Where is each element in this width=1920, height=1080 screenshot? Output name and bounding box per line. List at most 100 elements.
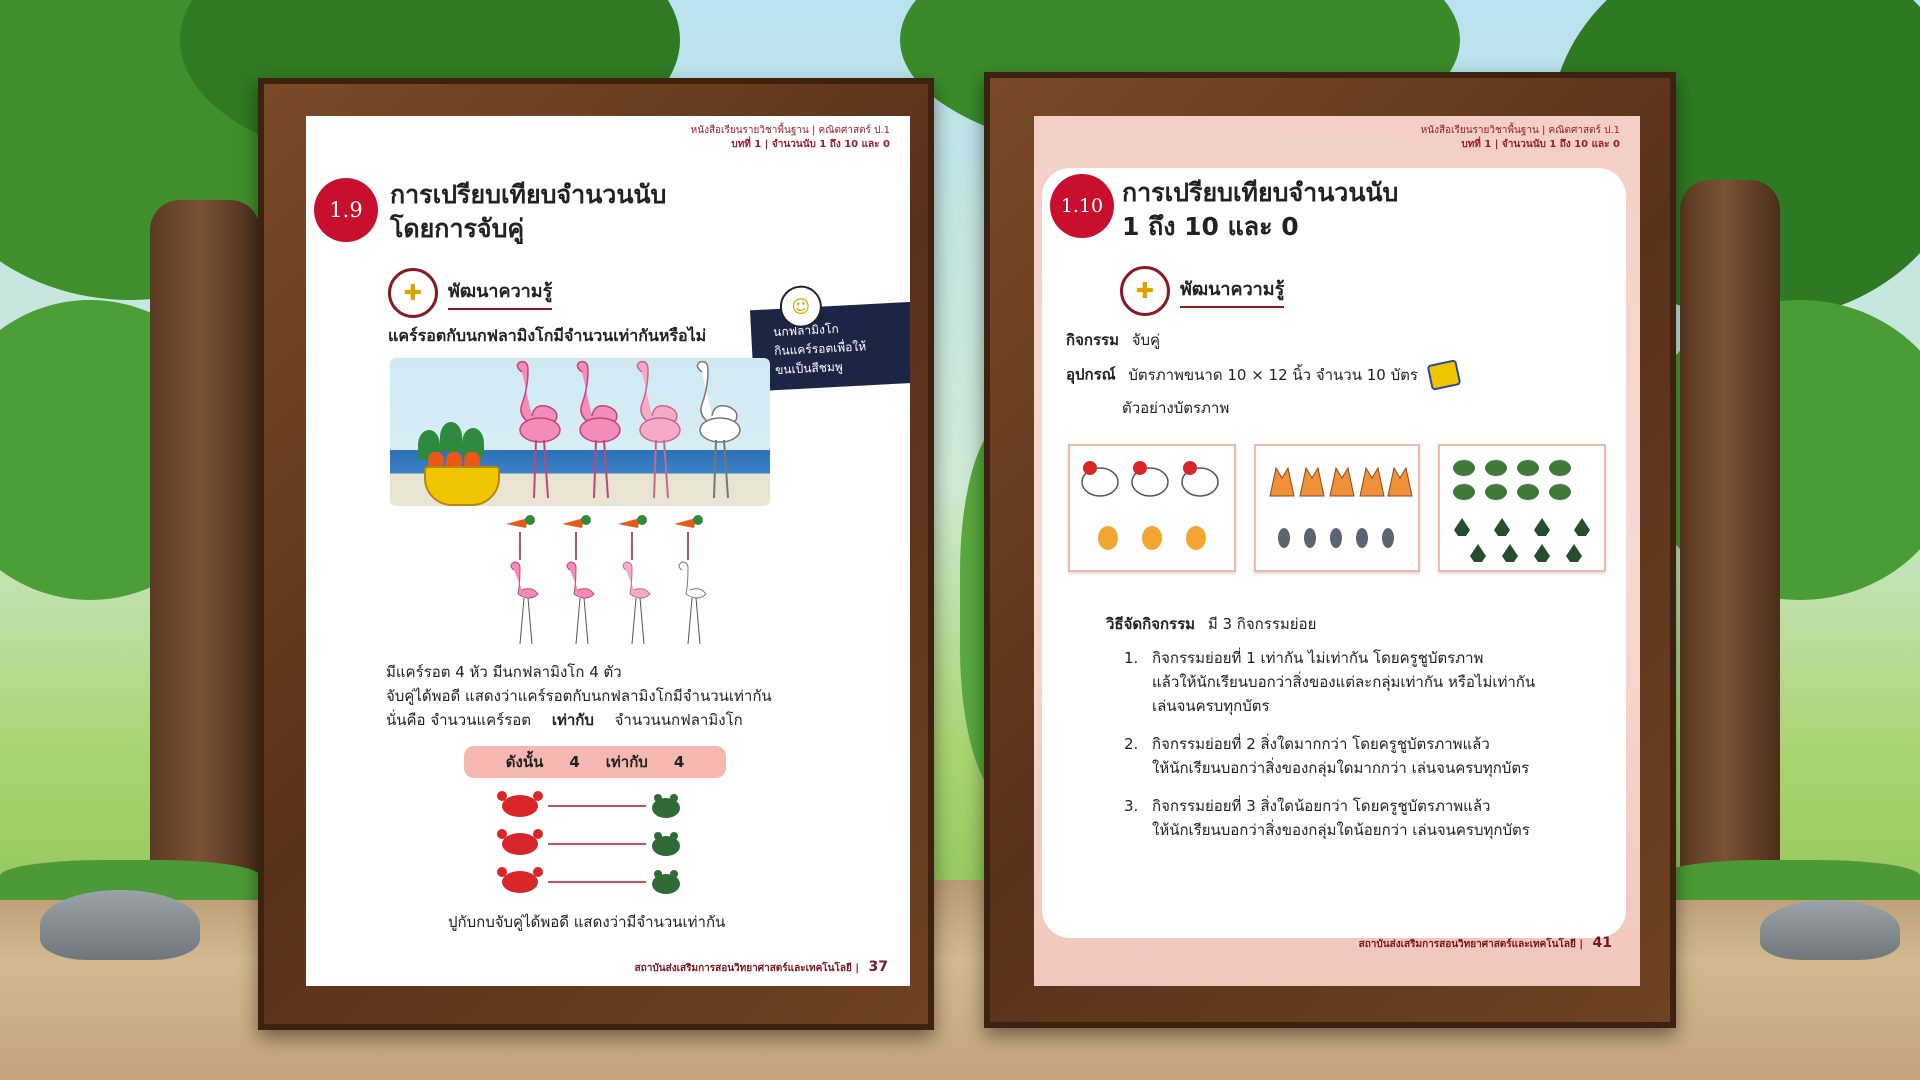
step-line: ให้นักเรียนบอกว่าสิ่งของกลุ่มใดมากกว่า เ… <box>1152 759 1530 777</box>
conclusion-equals: เท่ากับ <box>605 753 648 771</box>
body-text-line3-b: เท่ากับ <box>551 711 594 729</box>
section-label: พัฒนาความรู้ <box>448 276 553 310</box>
equipment-value: บัตรภาพขนาด 10 × 12 นิ้ว จำนวน 10 บัตร <box>1128 365 1418 384</box>
flamingo <box>636 360 681 499</box>
flamingo-carrot-illustration <box>390 358 770 506</box>
activity-steps: 1. กิจกรรมย่อยที่ 1 เท่ากัน ไม่เท่ากัน โ… <box>1124 646 1604 866</box>
matched-pair <box>618 515 651 645</box>
tree-trunk <box>1680 180 1780 900</box>
body-text-line1: มีแคร์รอต 4 หัว มีนกฟลามิงโก 4 ตัว <box>386 663 622 681</box>
fish <box>1382 528 1394 548</box>
egg <box>1186 526 1206 550</box>
frog <box>1534 544 1550 562</box>
fish <box>1356 528 1368 548</box>
egg <box>1098 526 1118 550</box>
lesson-title: การเปรียบเทียบจำนวนนับ โดยการจับคู่ <box>390 178 666 246</box>
method-row: วิธีจัดกิจกรรม มี 3 กิจกรรมย่อย <box>1106 612 1316 636</box>
crab-frog-pair <box>497 791 680 818</box>
method-label: วิธีจัดกิจกรรม <box>1106 615 1196 633</box>
fish <box>1278 528 1290 548</box>
body-text-line3-a: นั่นคือ จำนวนแคร์รอต <box>386 711 532 729</box>
activity-row: กิจกรรม จับคู่ <box>1066 328 1160 352</box>
carrot-flamingo-matching-diagram <box>506 515 707 645</box>
tree-trunk <box>150 200 260 900</box>
flamingo <box>696 360 741 499</box>
step-line: กิจกรรมย่อยที่ 3 สิ่งใดน้อยกว่า โดยครูชู… <box>1152 797 1491 815</box>
step-item: 1. กิจกรรมย่อยที่ 1 เท่ากัน ไม่เท่ากัน โ… <box>1124 646 1604 720</box>
flamingo <box>576 360 621 499</box>
footer-institute: สถาบันส่งเสริมการสอนวิทยาศาสตร์และเทคโนโ… <box>1358 939 1576 950</box>
method-value: มี 3 กิจกรรมย่อย <box>1207 615 1317 633</box>
cat <box>1387 466 1413 497</box>
page-footer: สถาบันส่งเสริมการสอนวิทยาศาสตร์และเทคโนโ… <box>1359 935 1612 952</box>
equipment-label: อุปกรณ์ <box>1066 365 1116 384</box>
flamingo <box>516 360 561 499</box>
chicken <box>1131 461 1169 497</box>
lesson-title-line2: โดยการจับคู่ <box>390 214 525 243</box>
basket <box>424 466 500 506</box>
header-book-title: หนังสือเรียนรายวิชาพื้นฐาน | คณิตศาสตร์ … <box>1420 125 1620 136</box>
step-line: ให้นักเรียนบอกว่าสิ่งของกลุ่มใดน้อยกว่า … <box>1152 821 1530 839</box>
page-header: หนังสือเรียนรายวิชาพื้นฐาน | คณิตศาสตร์ … <box>691 124 890 152</box>
chicken <box>1181 461 1219 497</box>
cat <box>1329 466 1355 497</box>
turtle <box>1485 484 1507 500</box>
flamingo-note: ☺ นกฟลามิงโก กินแคร์รอตเพื่อให้ ขนเป็นสี… <box>749 284 910 392</box>
body-text-line2: จับคู่ได้พอดี แสดงว่าแคร์รอตกับนกฟลามิงโ… <box>386 687 772 705</box>
sample-card-turtles-frogs <box>1438 444 1606 572</box>
lesson-title-line2: 1 ถึง 10 และ 0 <box>1122 212 1299 241</box>
header-chapter: บทที่ 1 | จำนวนนับ 1 ถึง 10 และ 0 <box>1461 139 1620 150</box>
matched-pair <box>506 515 539 645</box>
carrot-leaves <box>440 422 462 452</box>
cats-fish-picture <box>1269 466 1413 548</box>
step-line: กิจกรรมย่อยที่ 1 เท่ากัน ไม่เท่ากัน โดยค… <box>1152 649 1484 667</box>
brain-head-icon: ✚ <box>388 268 438 318</box>
egg <box>1142 526 1162 550</box>
footer-institute: สถาบันส่งเสริมการสอนวิทยาศาสตร์และเทคโนโ… <box>634 963 852 974</box>
crab-frog-pair <box>497 829 680 856</box>
cat <box>1359 466 1385 497</box>
fish <box>1304 528 1316 548</box>
brain-head-icon: ✚ <box>1120 266 1170 316</box>
left-page: หนังสือเรียนรายวิชาพื้นฐาน | คณิตศาสตร์ … <box>306 116 910 986</box>
page-number: 41 <box>1592 935 1612 951</box>
section-label: พัฒนาความรู้ <box>1180 274 1285 308</box>
step-line: แล้วให้นักเรียนบอกว่าสิ่งของแต่ละกลุ่มเท… <box>1152 673 1536 691</box>
lesson-title: การเปรียบเทียบจำนวนนับ 1 ถึง 10 และ 0 <box>1122 176 1398 244</box>
grass <box>1660 860 1920 900</box>
equipment-row: อุปกรณ์ บัตรภาพขนาด 10 × 12 นิ้ว จำนวน 1… <box>1066 359 1462 391</box>
lesson-number-badge: 1.10 <box>1050 174 1114 238</box>
turtle <box>1549 460 1571 476</box>
step-number: 1. <box>1124 649 1139 667</box>
turtle <box>1517 460 1539 476</box>
sample-card-cats-fish <box>1254 444 1420 572</box>
crab-frog-matching-diagram <box>497 791 680 894</box>
cat <box>1299 466 1325 497</box>
matched-pair <box>674 515 707 645</box>
section-heading: ✚ พัฒนาความรู้ <box>1120 266 1285 316</box>
activity-label: กิจกรรม <box>1066 331 1119 349</box>
turtle <box>1549 484 1571 500</box>
question-text: แคร์รอตกับนกฟลามิงโกมีจำนวนเท่ากันหรือไม… <box>388 326 707 345</box>
frog <box>1574 518 1590 536</box>
lesson-title-line1: การเปรียบเทียบจำนวนนับ <box>390 180 667 209</box>
conclusion-bar: ดังนั้น 4 เท่ากับ 4 <box>464 746 726 778</box>
conclusion-value-b: 4 <box>673 753 685 771</box>
activity-value: จับคู่ <box>1131 331 1161 349</box>
frog <box>1470 544 1486 562</box>
right-page: หนังสือเรียนรายวิชาพื้นฐาน | คณิตศาสตร์ … <box>1034 116 1640 986</box>
rock <box>40 890 200 960</box>
matched-pair <box>562 515 595 645</box>
chicken <box>1081 461 1119 497</box>
frog <box>1566 544 1582 562</box>
cat <box>1269 466 1295 497</box>
body-text-line3-c: จำนวนนกฟลามิงโก <box>614 711 743 729</box>
step-number: 3. <box>1124 797 1139 815</box>
sample-cards-label: ตัวอย่างบัตรภาพ <box>1122 399 1230 417</box>
turtle <box>1517 484 1539 500</box>
header-book-title: หนังสือเรียนรายวิชาพื้นฐาน | คณิตศาสตร์ … <box>690 125 890 136</box>
frog <box>1502 544 1518 562</box>
turtles-frogs-picture <box>1453 460 1590 562</box>
footer-separator: | <box>855 963 860 974</box>
body-text-line3: นั่นคือ จำนวนแคร์รอต เท่ากับ จำนวนนกฟลาม… <box>386 708 743 732</box>
